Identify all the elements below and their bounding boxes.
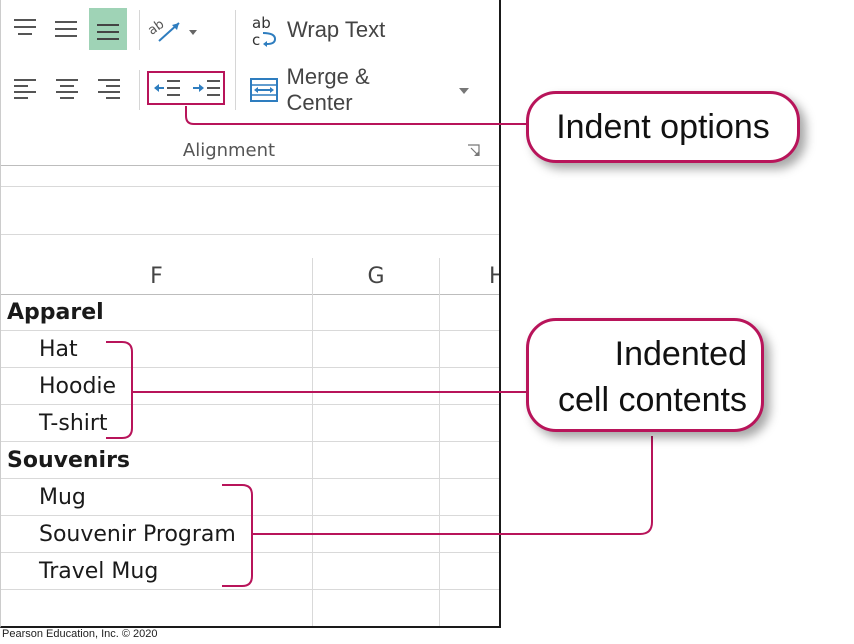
indent-options-connector (185, 106, 526, 125)
souvenirs-bracket (222, 484, 253, 587)
souvenirs-connector (252, 436, 653, 535)
callout-indented-cell-contents: Indented cell contents (526, 318, 764, 432)
callout-indent-options: Indent options (526, 91, 800, 163)
callout-indent-options-text: Indent options (556, 107, 770, 146)
callout-indented-line2: cell contents (558, 381, 747, 419)
copyright-footer: Pearson Education, Inc. © 2020 (2, 628, 158, 640)
apparel-bracket (106, 341, 133, 439)
callout-indented-line1: Indented (614, 335, 747, 373)
